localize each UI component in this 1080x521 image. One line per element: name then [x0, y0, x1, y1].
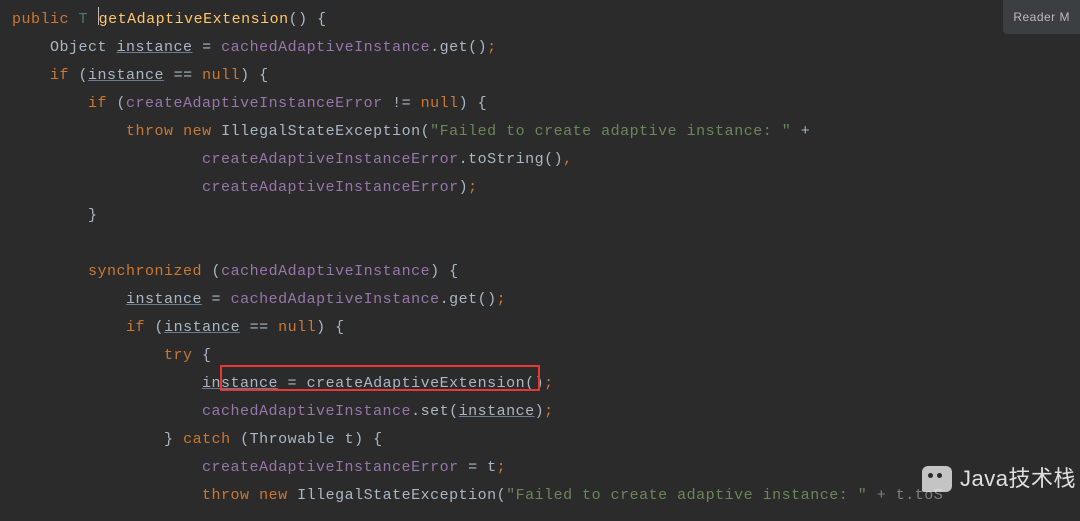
- code-line: cachedAdaptiveInstance.set(instance);: [12, 398, 1080, 426]
- code-line: [12, 230, 1080, 258]
- wechat-icon: [922, 466, 952, 492]
- code-line: if (instance == null) {: [12, 62, 1080, 90]
- code-line: instance = createAdaptiveExtension();: [12, 370, 1080, 398]
- code-line: synchronized (cachedAdaptiveInstance) {: [12, 258, 1080, 286]
- watermark: Java技术栈: [922, 465, 1076, 493]
- code-line: createAdaptiveInstanceError);: [12, 174, 1080, 202]
- code-line: } catch (Throwable t) {: [12, 426, 1080, 454]
- code-line: throw new IllegalStateException("Failed …: [12, 482, 1080, 510]
- watermark-text: Java技术栈: [960, 465, 1076, 493]
- code-line: try {: [12, 342, 1080, 370]
- code-line: instance = cachedAdaptiveInstance.get();: [12, 286, 1080, 314]
- code-editor[interactable]: public T getAdaptiveExtension() { Object…: [0, 0, 1080, 510]
- code-line: if (instance == null) {: [12, 314, 1080, 342]
- code-line: public T getAdaptiveExtension() {: [12, 6, 1080, 34]
- code-line: if (createAdaptiveInstanceError != null)…: [12, 90, 1080, 118]
- code-line: Object instance = cachedAdaptiveInstance…: [12, 34, 1080, 62]
- code-line: createAdaptiveInstanceError.toString(),: [12, 146, 1080, 174]
- code-line: throw new IllegalStateException("Failed …: [12, 118, 1080, 146]
- code-line: }: [12, 202, 1080, 230]
- code-line: createAdaptiveInstanceError = t;: [12, 454, 1080, 482]
